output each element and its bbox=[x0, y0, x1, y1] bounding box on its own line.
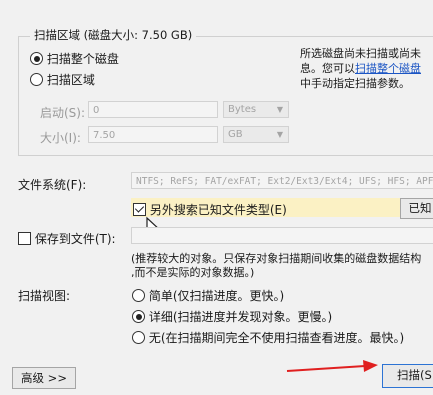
checkbox-checked-icon bbox=[133, 203, 146, 216]
scan-view-none-label: 无(在扫描期间完全不使用扫描查看进度。最快。) bbox=[148, 331, 405, 345]
save-to-file-checkbox[interactable]: 保存到文件(T): bbox=[18, 230, 116, 247]
note-line-1: (推荐较大的对象。只保存对象扫描期间收集的磁盘数据结构 bbox=[131, 252, 422, 265]
extra-file-types-label: 另外搜索已知文件类型(E) bbox=[149, 203, 287, 217]
scan-whole-disk-radio[interactable]: 扫描整个磁盘 bbox=[30, 50, 119, 67]
scan-whole-disk-label: 扫描整个磁盘 bbox=[46, 52, 119, 66]
scan-whole-disk-link[interactable]: 扫描整个磁盘 bbox=[355, 62, 421, 75]
radio-unselected-icon bbox=[132, 289, 145, 302]
scan-view-none-radio[interactable]: 无(在扫描期间完全不使用扫描查看进度。最快。) bbox=[132, 329, 404, 346]
scan-help-text: 所选磁盘尚未扫描或尚未 息。您可以扫描整个磁盘 中手动指定扫描参数。 bbox=[300, 46, 421, 91]
size-label: 大小(I): bbox=[40, 131, 81, 145]
chevron-down-icon: ▼ bbox=[276, 130, 283, 139]
scan-button[interactable]: 扫描(S bbox=[382, 364, 433, 388]
red-arrow-annotation-icon bbox=[286, 360, 378, 372]
size-unit-value: GB bbox=[228, 129, 243, 140]
scan-view-detailed-label: 详细(扫描进度并发现对象。更慢。) bbox=[148, 310, 333, 324]
start-label: 启动(S): bbox=[40, 106, 86, 120]
scan-view-simple-radio[interactable]: 简单(仅扫描进度。更快。) bbox=[132, 287, 284, 304]
advanced-button[interactable]: 高级 >> bbox=[12, 367, 76, 389]
save-to-file-label: 保存到文件(T): bbox=[34, 232, 116, 246]
filesystem-label: 文件系统(F): bbox=[18, 178, 87, 192]
start-unit-select[interactable]: Bytes ▼ bbox=[223, 101, 289, 118]
scan-region-radio[interactable]: 扫描区域 bbox=[30, 71, 95, 88]
radio-unselected-icon bbox=[30, 73, 43, 86]
radio-selected-icon bbox=[30, 52, 43, 65]
checkbox-unchecked-icon bbox=[18, 232, 31, 245]
scan-view-detailed-radio[interactable]: 详细(扫描进度并发现对象。更慢。) bbox=[132, 308, 332, 325]
scan-view-label: 扫描视图: bbox=[18, 289, 71, 303]
save-to-file-note: (推荐较大的对象。只保存对象扫描期间收集的磁盘数据结构 ,而不是实际的对象数据。… bbox=[131, 252, 421, 280]
window-title-partial bbox=[85, 0, 89, 5]
size-input[interactable]: 7.50 bbox=[88, 126, 218, 143]
filesystem-list[interactable]: NTFS; ReFS; FAT/exFAT; Ext2/Ext3/Ext4; U… bbox=[131, 172, 433, 189]
radio-unselected-icon bbox=[132, 331, 145, 344]
chevron-down-icon: ▼ bbox=[276, 105, 283, 114]
scan-view-simple-label: 简单(仅扫描进度。更快。) bbox=[148, 289, 285, 303]
start-input[interactable]: 0 bbox=[88, 101, 218, 118]
known-types-button[interactable]: 已知 bbox=[400, 198, 433, 219]
scan-area-title: 扫描区域 (磁盘大小: 7.50 GB) bbox=[30, 27, 197, 43]
save-file-path-input[interactable] bbox=[131, 227, 433, 244]
radio-selected-icon bbox=[132, 310, 145, 323]
size-unit-select[interactable]: GB ▼ bbox=[223, 126, 289, 143]
note-line-2: ,而不是实际的对象数据。) bbox=[131, 266, 255, 279]
scan-region-label: 扫描区域 bbox=[46, 73, 95, 87]
start-unit-value: Bytes bbox=[228, 104, 257, 115]
help-line-1: 所选磁盘尚未扫描或尚未 bbox=[300, 47, 421, 60]
help-line-2-text: 息。您可以 bbox=[300, 62, 355, 75]
help-line-2: 息。您可以扫描整个磁盘 bbox=[300, 61, 421, 76]
help-line-3: 中手动指定扫描参数。 bbox=[300, 77, 410, 90]
